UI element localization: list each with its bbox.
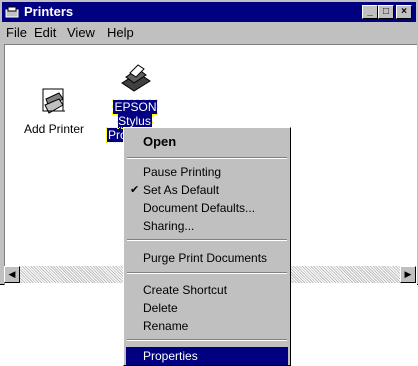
menu-bar: File Edit View Help: [2, 22, 416, 42]
add-printer-label: Add Printer: [23, 122, 85, 136]
menu-item-delete[interactable]: Delete: [126, 299, 288, 317]
menu-view[interactable]: View: [67, 25, 95, 40]
epson-label-line1: EPSON Stylus: [112, 99, 158, 129]
menu-separator: [127, 272, 287, 274]
close-button[interactable]: ×: [396, 5, 412, 19]
add-printer-item[interactable]: Add Printer: [19, 85, 89, 136]
menu-item-pause-printing[interactable]: Pause Printing: [126, 163, 288, 181]
scroll-right-button[interactable]: ▶: [400, 266, 416, 283]
menu-item-open[interactable]: Open: [126, 133, 288, 151]
menu-item-create-shortcut[interactable]: Create Shortcut: [126, 281, 288, 299]
printer-icon: [121, 64, 151, 92]
menu-file[interactable]: File: [6, 25, 27, 40]
menu-item-set-as-default[interactable]: ✔ Set As Default: [126, 181, 288, 199]
title-bar[interactable]: Printers _ □ ×: [2, 2, 416, 22]
menu-separator: [127, 239, 287, 241]
menu-item-properties[interactable]: Properties: [126, 347, 288, 365]
checkmark-icon: ✔: [130, 184, 140, 196]
menu-separator: [127, 157, 287, 159]
menu-edit[interactable]: Edit: [34, 25, 56, 40]
minimize-button[interactable]: _: [362, 5, 378, 19]
context-menu: Open Pause Printing ✔ Set As Default Docu…: [123, 127, 291, 366]
menu-item-document-defaults[interactable]: Document Defaults...: [126, 199, 288, 217]
printers-folder-icon: [5, 6, 19, 18]
menu-item-sharing[interactable]: Sharing...: [126, 217, 288, 235]
set-default-label: Set As Default: [143, 183, 220, 197]
scroll-left-button[interactable]: ◀: [4, 266, 20, 283]
add-printer-icon: [42, 88, 65, 114]
menu-separator: [127, 339, 287, 341]
menu-help[interactable]: Help: [107, 25, 134, 40]
window-title: Printers: [24, 4, 74, 19]
maximize-button[interactable]: □: [378, 5, 394, 19]
menu-item-rename[interactable]: Rename: [126, 317, 288, 335]
menu-item-purge-print-documents[interactable]: Purge Print Documents: [126, 249, 288, 267]
